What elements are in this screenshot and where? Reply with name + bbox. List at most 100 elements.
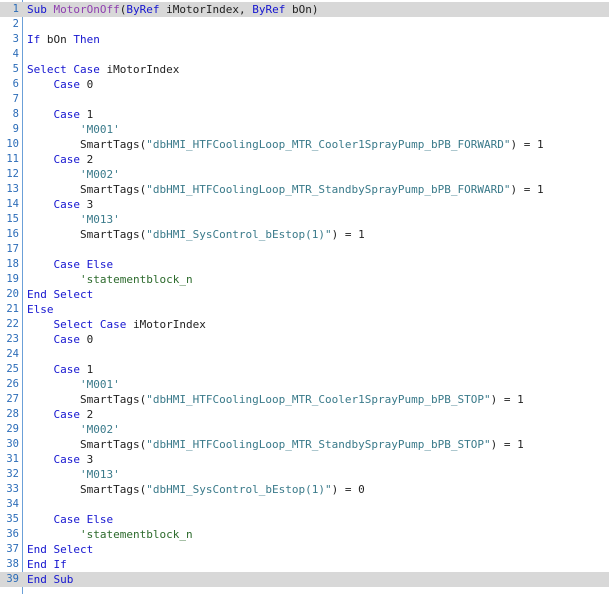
code-line[interactable]: 19 'statementblock_n (0, 272, 609, 287)
code-line[interactable]: 21 Else (0, 302, 609, 317)
code-text: 'M001' (27, 377, 120, 392)
code-line[interactable]: 27 SmartTags("dbHMI_HTFCoolingLoop_MTR_C… (0, 392, 609, 407)
code-text: Case 1 (27, 362, 94, 377)
code-line[interactable]: 23 Case 0 (0, 332, 609, 347)
line-number: 2 (12, 18, 19, 30)
code-text: 'M013' (27, 467, 120, 482)
code-line[interactable]: 11 Case 2 (0, 152, 609, 167)
code-line[interactable]: 7 (0, 92, 609, 107)
line-number: 31 (6, 453, 19, 465)
code-token-kw: Then (73, 33, 100, 46)
code-token-id (27, 123, 80, 136)
code-line[interactable]: 10 SmartTags("dbHMI_HTFCoolingLoop_MTR_C… (0, 137, 609, 152)
code-line[interactable]: 25 Case 1 (0, 362, 609, 377)
code-text: SmartTags("dbHMI_HTFCoolingLoop_MTR_Cool… (27, 137, 544, 152)
code-line[interactable]: 16 SmartTags("dbHMI_SysControl_bEstop(1)… (0, 227, 609, 242)
line-number: 35 (6, 513, 19, 525)
code-text: 'M001' (27, 122, 120, 137)
code-token-id: bOn (40, 33, 74, 46)
code-line[interactable]: 30 SmartTags("dbHMI_HTFCoolingLoop_MTR_S… (0, 437, 609, 452)
code-token-id (27, 333, 54, 346)
code-line[interactable]: 6 Case 0 (0, 77, 609, 92)
code-token-id: SmartTags( (27, 393, 147, 406)
code-text: Sub MotorOnOff(ByRef iMotorIndex, ByRef … (27, 2, 318, 17)
line-number: 7 (12, 93, 19, 105)
code-line[interactable]: 9 'M001' (0, 122, 609, 137)
code-line[interactable]: 32 'M013' (0, 467, 609, 482)
code-line[interactable]: 38 End If (0, 557, 609, 572)
code-token-id: bOn) (285, 3, 319, 16)
code-lines[interactable]: 1 Sub MotorOnOff(ByRef iMotorIndex, ByRef… (0, 2, 609, 587)
code-line[interactable]: 12 'M002' (0, 167, 609, 182)
code-text: SmartTags("dbHMI_HTFCoolingLoop_MTR_Stan… (27, 182, 544, 197)
code-line[interactable]: 24 (0, 347, 609, 362)
code-token-kw: End Select (27, 543, 94, 556)
code-token-id (27, 528, 80, 541)
code-line[interactable]: 17 (0, 242, 609, 257)
code-line[interactable]: 3 If bOn Then (0, 32, 609, 47)
code-token-kw: End Select (27, 288, 94, 301)
line-number: 5 (12, 63, 19, 75)
code-token-kw: Case (53, 363, 81, 376)
line-number: 34 (6, 498, 19, 510)
code-line[interactable]: 20 End Select (0, 287, 609, 302)
code-token-kw: Case (53, 333, 81, 346)
code-line[interactable]: 14 Case 3 (0, 197, 609, 212)
code-token-id: ) = 1 (331, 228, 365, 241)
code-line[interactable]: 2 (0, 17, 609, 32)
line-number: 4 (12, 48, 19, 60)
code-text: Case 2 (27, 152, 94, 167)
code-token-id: 2 (80, 408, 94, 421)
code-token-str: "dbHMI_HTFCoolingLoop_MTR_StandbySprayPu… (146, 438, 491, 451)
line-number: 19 (6, 273, 19, 285)
line-number: 15 (6, 213, 19, 225)
line-number: 39 (6, 573, 19, 585)
code-line[interactable]: 8 Case 1 (0, 107, 609, 122)
line-number: 33 (6, 483, 19, 495)
code-token-id (27, 468, 80, 481)
code-token-kw: Sub (27, 3, 54, 16)
code-line[interactable]: 1 Sub MotorOnOff(ByRef iMotorIndex, ByRef… (0, 2, 609, 17)
code-token-kw: Case (53, 153, 81, 166)
code-token-id (27, 453, 54, 466)
code-line[interactable]: 13 SmartTags("dbHMI_HTFCoolingLoop_MTR_S… (0, 182, 609, 197)
code-token-id: SmartTags( (27, 138, 147, 151)
code-token-id (27, 363, 54, 376)
code-token-kw: Case (53, 198, 81, 211)
code-token-fn: MotorOnOff (53, 3, 120, 16)
code-line[interactable]: 37 End Select (0, 542, 609, 557)
code-editor[interactable]: 1 Sub MotorOnOff(ByRef iMotorIndex, ByRef… (0, 0, 609, 594)
line-number: 10 (6, 138, 19, 150)
code-text: End Sub (27, 572, 73, 587)
code-line[interactable]: 29 'M002' (0, 422, 609, 437)
code-line[interactable]: 36 'statementblock_n (0, 527, 609, 542)
code-token-kw: If (27, 33, 41, 46)
code-token-str: 'M001' (79, 378, 120, 391)
code-token-id: 0 (80, 333, 94, 346)
code-line[interactable]: 39 End Sub (0, 572, 609, 587)
code-line[interactable]: 22 Select Case iMotorIndex (0, 317, 609, 332)
line-number: 32 (6, 468, 19, 480)
code-line[interactable]: 33 SmartTags("dbHMI_SysControl_bEstop(1)… (0, 482, 609, 497)
code-token-kw: Select Case (27, 63, 100, 76)
code-line[interactable]: 35 Case Else (0, 512, 609, 527)
code-token-id (27, 378, 80, 391)
line-number: 6 (12, 78, 19, 90)
code-token-str: 'M001' (79, 123, 120, 136)
code-token-id (27, 408, 54, 421)
code-token-id (27, 153, 54, 166)
code-token-id (27, 108, 54, 121)
code-line[interactable]: 34 (0, 497, 609, 512)
code-line[interactable]: 26 'M001' (0, 377, 609, 392)
code-line[interactable]: 28 Case 2 (0, 407, 609, 422)
code-line[interactable]: 5 Select Case iMotorIndex (0, 62, 609, 77)
code-text: Case 2 (27, 407, 94, 422)
code-line[interactable]: 15 'M013' (0, 212, 609, 227)
code-line[interactable]: 4 (0, 47, 609, 62)
line-number: 28 (6, 408, 19, 420)
line-number: 20 (6, 288, 19, 300)
code-line[interactable]: 31 Case 3 (0, 452, 609, 467)
code-token-str: 'M002' (79, 423, 120, 436)
line-number: 16 (6, 228, 19, 240)
code-line[interactable]: 18 Case Else (0, 257, 609, 272)
